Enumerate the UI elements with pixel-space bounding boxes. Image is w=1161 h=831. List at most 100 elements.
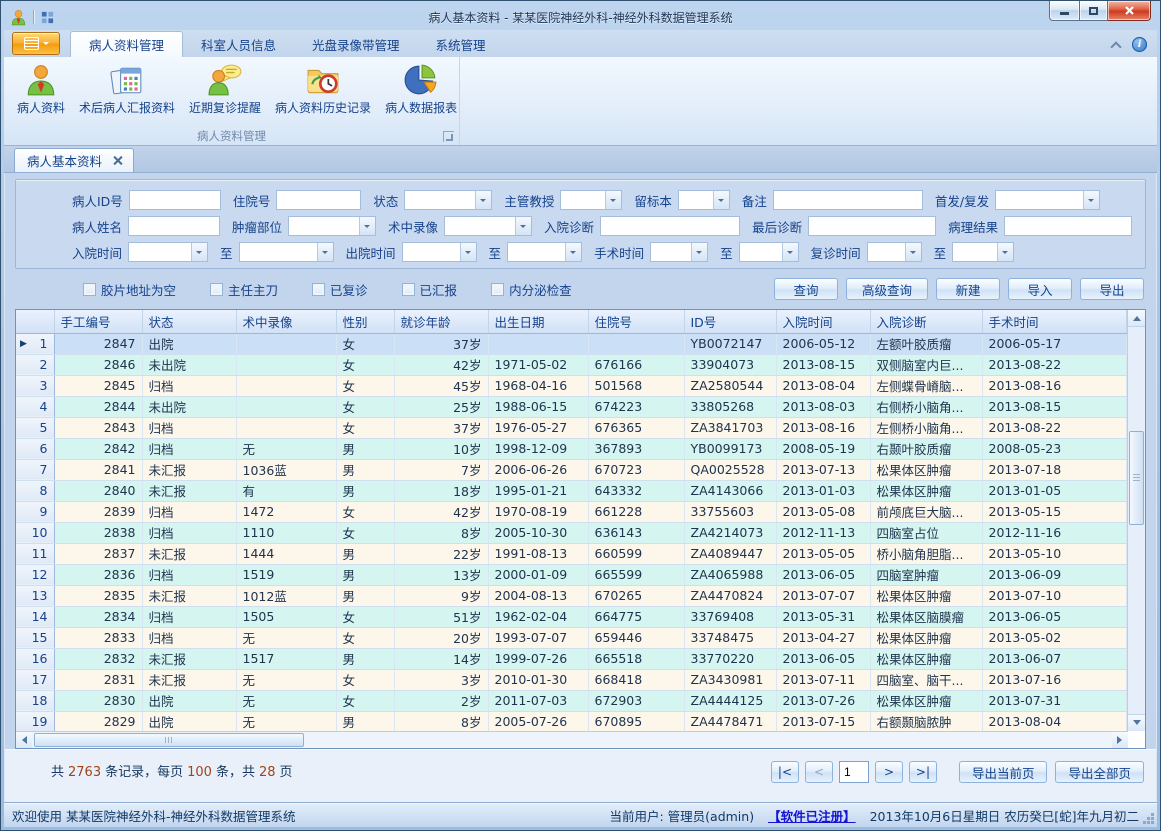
row-selector[interactable]: 5: [16, 417, 54, 438]
table-row[interactable]: 122836归档1519男13岁2000-01-09665599ZA406598…: [16, 564, 1127, 585]
table-row[interactable]: 62842归档无男10岁1998-12-09367893YB0099173200…: [16, 438, 1127, 459]
ribbon-tab-disc-video[interactable]: 光盘录像带管理: [294, 32, 418, 57]
scroll-left-button[interactable]: [16, 732, 32, 748]
row-selector[interactable]: 6: [16, 438, 54, 459]
specimen-select[interactable]: [678, 190, 730, 210]
row-selector[interactable]: 15: [16, 627, 54, 648]
table-row[interactable]: 182830出院无女2岁2011-07-03672903ZA4444125201…: [16, 690, 1127, 711]
table-row[interactable]: 22846未出院女42岁1971-05-02676166339040732013…: [16, 354, 1127, 375]
app-logo-icon[interactable]: [10, 9, 27, 26]
maximize-button[interactable]: [1080, 1, 1108, 21]
tab-patient-basic-info[interactable]: 病人基本资料: [14, 148, 134, 172]
inpatient-no-input[interactable]: [276, 190, 361, 210]
row-selector[interactable]: 13: [16, 585, 54, 606]
app-menu-button[interactable]: [12, 32, 60, 55]
patient-data-button[interactable]: 病人资料: [10, 60, 72, 119]
row-selector[interactable]: 9: [16, 501, 54, 522]
row-selector[interactable]: 10: [16, 522, 54, 543]
column-header-age[interactable]: 就诊年龄: [394, 310, 488, 333]
professor-select[interactable]: [560, 190, 622, 210]
ribbon-tab-staff-info[interactable]: 科室人员信息: [183, 32, 294, 57]
table-row[interactable]: 92839归档1472女42岁1970-08-19661228337556032…: [16, 501, 1127, 522]
table-row[interactable]: 32845归档女45岁1968-04-16501568ZA25805442013…: [16, 375, 1127, 396]
export-current-page-button[interactable]: 导出当前页: [959, 761, 1048, 783]
table-row[interactable]: 102838归档1110女8岁2005-10-30636143ZA4214073…: [16, 522, 1127, 543]
row-selector[interactable]: 12: [16, 564, 54, 585]
table-row[interactable]: 112837未汇报1444男22岁1991-08-13660599ZA40894…: [16, 543, 1127, 564]
row-selector[interactable]: ▶1: [16, 333, 54, 354]
column-header-manual-no[interactable]: 手工编号: [54, 310, 142, 333]
patient-id-input[interactable]: [129, 190, 221, 210]
column-header-gender[interactable]: 性别: [336, 310, 394, 333]
table-row[interactable]: 172831未汇报无女3岁2010-01-30668418ZA343098120…: [16, 669, 1127, 690]
row-selector[interactable]: 8: [16, 480, 54, 501]
vertical-scroll-thumb[interactable]: [1129, 431, 1144, 525]
surgery-time-from-select[interactable]: [650, 242, 708, 262]
resize-grip[interactable]: [1151, 821, 1154, 824]
column-header-admission-date[interactable]: 入院时间: [776, 310, 870, 333]
row-selector[interactable]: 7: [16, 459, 54, 480]
title-bar[interactable]: 病人基本资料 - 某某医院神经外科-神经外科数据管理系统: [4, 4, 1157, 30]
column-header-status[interactable]: 状态: [142, 310, 236, 333]
quick-access-icon[interactable]: [40, 10, 55, 25]
minimize-button[interactable]: [1049, 1, 1080, 21]
discharge-time-to-select[interactable]: [507, 242, 582, 262]
column-header-birth-date[interactable]: 出生日期: [488, 310, 588, 333]
revisit-time-from-select[interactable]: [867, 242, 922, 262]
column-header-inpatient-no[interactable]: 住院号: [588, 310, 684, 333]
surgery-time-to-select[interactable]: [739, 242, 799, 262]
column-header-id-no[interactable]: ID号: [684, 310, 776, 333]
new-button[interactable]: 新建: [936, 278, 1000, 300]
row-selector[interactable]: 3: [16, 375, 54, 396]
table-row[interactable]: 52843归档女37岁1976-05-27676365ZA38417032013…: [16, 417, 1127, 438]
revisited-checkbox[interactable]: 已复诊: [312, 280, 368, 299]
patient-name-input[interactable]: [128, 216, 220, 236]
column-header-surgery-date[interactable]: 手术时间: [982, 310, 1127, 333]
table-row[interactable]: ▶12847出院女37岁YB00721472006-05-12左额叶胶质瘤200…: [16, 333, 1127, 354]
next-page-button[interactable]: >: [875, 761, 903, 783]
final-diagnosis-input[interactable]: [808, 216, 936, 236]
row-selector[interactable]: 19: [16, 711, 54, 731]
first-page-button[interactable]: |<: [771, 761, 799, 783]
postop-report-button[interactable]: 术后病人汇报资料: [72, 60, 182, 119]
row-selector[interactable]: 18: [16, 690, 54, 711]
remark-input[interactable]: [773, 190, 923, 210]
admission-time-from-select[interactable]: [128, 242, 208, 262]
ribbon-tab-patient-data[interactable]: 病人资料管理: [70, 31, 183, 57]
table-row[interactable]: 142834归档1505女51岁1962-02-0466477533769408…: [16, 606, 1127, 627]
table-row[interactable]: 152833归档无女20岁1993-07-0765944633748475201…: [16, 627, 1127, 648]
reported-checkbox[interactable]: 已汇报: [402, 280, 458, 299]
intraop-video-select[interactable]: [444, 216, 532, 236]
chief-surgeon-checkbox[interactable]: 主任主刀: [210, 280, 278, 299]
row-selector[interactable]: 4: [16, 396, 54, 417]
collapse-ribbon-button[interactable]: [1111, 40, 1120, 49]
tumor-site-select[interactable]: [288, 216, 376, 236]
software-registered-link[interactable]: 【软件已注册】: [768, 806, 856, 825]
ribbon-tab-system[interactable]: 系统管理: [418, 32, 504, 57]
advanced-search-button[interactable]: 高级查询: [846, 278, 928, 300]
data-report-button[interactable]: 病人数据报表: [378, 60, 464, 119]
table-row[interactable]: 82840未汇报有男18岁1995-01-21643332ZA414306620…: [16, 480, 1127, 501]
film-address-empty-checkbox[interactable]: 胶片地址为空: [83, 280, 176, 299]
row-selector[interactable]: 14: [16, 606, 54, 627]
import-button[interactable]: 导入: [1008, 278, 1072, 300]
row-selector[interactable]: 17: [16, 669, 54, 690]
table-row[interactable]: 42844未出院女25岁1988-06-15674223338052682013…: [16, 396, 1127, 417]
revisit-time-to-select[interactable]: [952, 242, 1014, 262]
row-selector[interactable]: 11: [16, 543, 54, 564]
export-button[interactable]: 导出: [1080, 278, 1144, 300]
table-row[interactable]: 192829出院无男8岁2005-07-26670895ZA4478471201…: [16, 711, 1127, 731]
pathology-result-input[interactable]: [1004, 216, 1132, 236]
admission-time-to-select[interactable]: [239, 242, 334, 262]
endocrine-exam-checkbox[interactable]: 内分泌检查: [491, 280, 572, 299]
vertical-scrollbar[interactable]: [1127, 310, 1145, 731]
close-button[interactable]: [1108, 1, 1151, 21]
patient-history-button[interactable]: 病人资料历史记录: [268, 60, 378, 119]
horizontal-scroll-thumb[interactable]: [34, 733, 304, 747]
dialog-launcher-icon[interactable]: [443, 131, 454, 142]
horizontal-scrollbar[interactable]: [16, 731, 1128, 748]
table-row[interactable]: 72841未汇报1036蓝男7岁2006-06-26670723QA002552…: [16, 459, 1127, 480]
row-selector[interactable]: 2: [16, 354, 54, 375]
table-row[interactable]: 162832未汇报1517男14岁1999-07-266655183377022…: [16, 648, 1127, 669]
admission-diagnosis-input[interactable]: [600, 216, 740, 236]
